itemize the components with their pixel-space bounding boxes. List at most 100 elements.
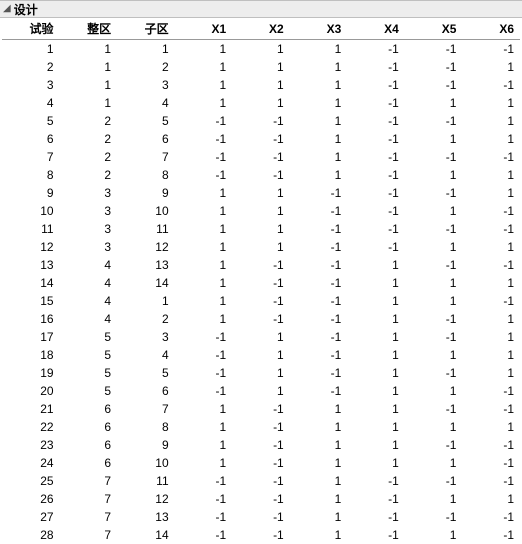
table-row[interactable]: 23691-111-1-1: [2, 436, 520, 454]
table-cell: 9: [2, 184, 60, 202]
table-cell: 6: [60, 418, 118, 436]
table-cell: -1: [290, 184, 348, 202]
table-cell: -1: [347, 508, 405, 526]
table-row[interactable]: 22681-11111: [2, 418, 520, 436]
table-cell: 12: [117, 238, 175, 256]
table-cell: -1: [232, 292, 290, 310]
table-row[interactable]: 25711-1-11-1-1-1: [2, 472, 520, 490]
table-cell: 11: [2, 220, 60, 238]
table-cell: -1: [405, 436, 463, 454]
table-row[interactable]: 28714-1-11-11-1: [2, 526, 520, 544]
table-cell: 1: [60, 94, 118, 112]
table-cell: 5: [117, 112, 175, 130]
table-cell: 2: [60, 112, 118, 130]
table-cell: -1: [405, 58, 463, 76]
column-header[interactable]: 试验: [2, 18, 60, 40]
table-row[interactable]: 2056-11-111-1: [2, 382, 520, 400]
table-cell: 1: [175, 418, 233, 436]
table-cell: 1: [347, 418, 405, 436]
table-row[interactable]: 27713-1-11-1-1-1: [2, 508, 520, 526]
table-cell: -1: [175, 508, 233, 526]
table-cell: -1: [175, 328, 233, 346]
column-header[interactable]: X1: [175, 18, 233, 40]
table-row[interactable]: 144141-1-1111: [2, 274, 520, 292]
column-header[interactable]: X6: [462, 18, 520, 40]
table-cell: 1: [175, 94, 233, 112]
table-cell: -1: [462, 76, 520, 94]
column-header[interactable]: X4: [347, 18, 405, 40]
table-cell: 1: [347, 310, 405, 328]
table-row[interactable]: 626-1-11-111: [2, 130, 520, 148]
table-row[interactable]: 16421-1-11-11: [2, 310, 520, 328]
column-header[interactable]: X2: [232, 18, 290, 40]
table-cell: 1: [232, 328, 290, 346]
column-header[interactable]: 整区: [60, 18, 118, 40]
table-cell: 9: [117, 184, 175, 202]
table-cell: 1: [462, 112, 520, 130]
table-row[interactable]: 26712-1-11-111: [2, 490, 520, 508]
table-cell: -1: [290, 256, 348, 274]
table-cell: -1: [405, 184, 463, 202]
table-cell: 5: [60, 346, 118, 364]
table-row[interactable]: 111111-1-1-1: [2, 40, 520, 59]
table-cell: 13: [2, 256, 60, 274]
table-cell: 1: [290, 400, 348, 418]
table-cell: -1: [462, 472, 520, 490]
table-cell: -1: [290, 346, 348, 364]
table-cell: 27: [2, 508, 60, 526]
table-row[interactable]: 313111-1-1-1: [2, 76, 520, 94]
table-cell: -1: [462, 454, 520, 472]
table-row[interactable]: 134131-1-11-1-1: [2, 256, 520, 274]
table-row[interactable]: 828-1-11-111: [2, 166, 520, 184]
table-cell: 1: [405, 418, 463, 436]
table-cell: 6: [117, 130, 175, 148]
table-cell: -1: [462, 40, 520, 59]
table-cell: 21: [2, 400, 60, 418]
disclosure-triangle-icon[interactable]: ◢: [3, 3, 11, 14]
table-cell: -1: [175, 148, 233, 166]
table-cell: 1: [232, 346, 290, 364]
table-cell: -1: [232, 526, 290, 544]
table-cell: -1: [232, 274, 290, 292]
table-row[interactable]: 1031011-1-11-1: [2, 202, 520, 220]
table-row[interactable]: 414111-111: [2, 94, 520, 112]
table-row[interactable]: 1955-11-11-11: [2, 364, 520, 382]
table-cell: -1: [462, 436, 520, 454]
table-cell: -1: [347, 184, 405, 202]
table-cell: 1: [462, 238, 520, 256]
table-row[interactable]: 1854-11-1111: [2, 346, 520, 364]
table-row[interactable]: 525-1-11-1-11: [2, 112, 520, 130]
table-cell: 13: [117, 256, 175, 274]
table-row[interactable]: 246101-1111-1: [2, 454, 520, 472]
table-row[interactable]: 21671-111-1-1: [2, 400, 520, 418]
table-cell: -1: [232, 454, 290, 472]
table-cell: 8: [2, 166, 60, 184]
table-cell: -1: [175, 526, 233, 544]
table-cell: 16: [2, 310, 60, 328]
table-cell: 1: [290, 472, 348, 490]
table-cell: 7: [2, 148, 60, 166]
table-cell: -1: [175, 112, 233, 130]
table-cell: 6: [60, 400, 118, 418]
table-row[interactable]: 1131111-1-1-1-1: [2, 220, 520, 238]
column-header[interactable]: 子区: [117, 18, 175, 40]
table-cell: 1: [175, 292, 233, 310]
table-row[interactable]: 15411-1-111-1: [2, 292, 520, 310]
table-cell: 1: [175, 274, 233, 292]
table-cell: 1: [175, 454, 233, 472]
column-header[interactable]: X3: [290, 18, 348, 40]
panel-header[interactable]: ◢ 设计: [0, 0, 522, 18]
table-cell: 1: [175, 76, 233, 94]
design-panel: ◢ 设计 试验整区子区X1X2X3X4X5X6 111111-1-1-12121…: [0, 0, 522, 544]
table-row[interactable]: 93911-1-1-11: [2, 184, 520, 202]
table-cell: 4: [2, 94, 60, 112]
column-header[interactable]: X5: [405, 18, 463, 40]
table-row[interactable]: 727-1-11-1-1-1: [2, 148, 520, 166]
table-cell: 1: [290, 508, 348, 526]
table-row[interactable]: 1231211-1-111: [2, 238, 520, 256]
table-cell: 1: [462, 418, 520, 436]
table-row[interactable]: 1753-11-11-11: [2, 328, 520, 346]
table-row[interactable]: 212111-1-11: [2, 58, 520, 76]
table-cell: 1: [60, 76, 118, 94]
table-cell: -1: [290, 364, 348, 382]
